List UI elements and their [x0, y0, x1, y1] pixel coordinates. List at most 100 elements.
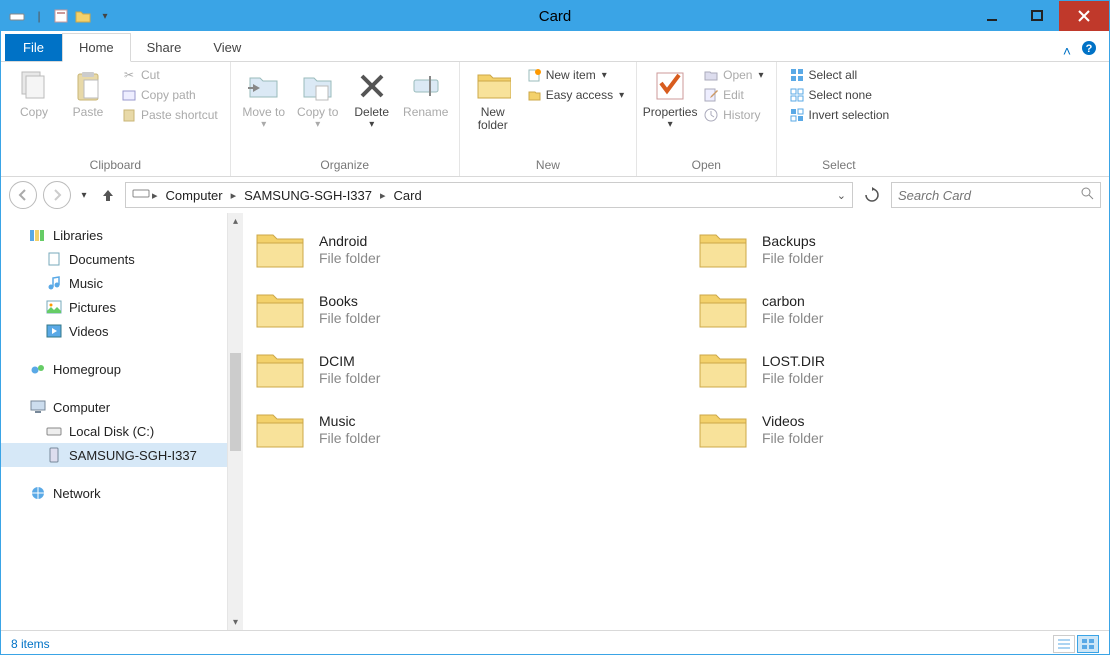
device-icon	[45, 446, 63, 464]
sidebar-videos[interactable]: Videos	[1, 319, 243, 343]
titlebar: | ▾ Card	[1, 1, 1109, 31]
new-folder-icon	[475, 68, 511, 104]
close-button[interactable]	[1059, 1, 1109, 31]
item-name: DCIM	[319, 353, 380, 370]
paste-button[interactable]: Paste	[63, 66, 113, 121]
group-select: Select all Select none Invert selection …	[777, 62, 902, 176]
folder-icon	[253, 287, 307, 333]
properties-button[interactable]: Properties▾	[645, 66, 695, 132]
properties-icon	[652, 68, 688, 104]
rename-icon	[408, 68, 444, 104]
folder-icon	[696, 227, 750, 273]
tab-share[interactable]: Share	[131, 34, 198, 61]
help-icon[interactable]: ?	[1081, 40, 1097, 61]
delete-icon	[354, 68, 390, 104]
sidebar-network[interactable]: Network	[1, 481, 243, 505]
folder-item[interactable]: VideosFile folder	[696, 407, 1099, 453]
sidebar-libraries[interactable]: Libraries	[1, 223, 243, 247]
easy-access-button[interactable]: Easy access▾	[522, 86, 628, 104]
drive-icon[interactable]	[7, 6, 27, 26]
refresh-button[interactable]	[859, 182, 885, 208]
status-bar: 8 items	[1, 630, 1109, 656]
folder-small-icon[interactable]	[73, 6, 93, 26]
copy-button[interactable]: Copy	[9, 66, 59, 121]
search-input[interactable]	[898, 188, 1068, 203]
cut-button[interactable]: ✂Cut	[117, 66, 222, 84]
copy-path-button[interactable]: Copy path	[117, 86, 222, 104]
address-dropdown[interactable]: ⌄	[837, 189, 846, 202]
history-button[interactable]: History	[699, 106, 767, 124]
sidebar-music[interactable]: Music	[1, 271, 243, 295]
sidebar-local-disk[interactable]: Local Disk (C:)	[1, 419, 243, 443]
paste-shortcut-button[interactable]: Paste shortcut	[117, 106, 222, 124]
new-folder-button[interactable]: New folder	[468, 66, 518, 134]
folder-icon	[696, 347, 750, 393]
crumb-device[interactable]: SAMSUNG-SGH-I337	[238, 183, 378, 207]
folder-item[interactable]: BackupsFile folder	[696, 227, 1099, 273]
delete-button[interactable]: Delete▾	[347, 66, 397, 132]
move-to-button[interactable]: Move to▾	[239, 66, 289, 132]
history-icon	[703, 107, 719, 123]
item-name: LOST.DIR	[762, 353, 825, 370]
sidebar-computer[interactable]: Computer	[1, 395, 243, 419]
folder-item[interactable]: BooksFile folder	[253, 287, 656, 333]
folder-icon	[696, 287, 750, 333]
recent-locations-button[interactable]: ▾	[77, 186, 91, 204]
maximize-button[interactable]	[1014, 1, 1059, 31]
rename-button[interactable]: Rename	[401, 66, 451, 121]
open-icon	[703, 67, 719, 83]
cut-icon: ✂	[121, 67, 137, 83]
sidebar-homegroup[interactable]: Homegroup	[1, 357, 243, 381]
select-none-button[interactable]: Select none	[785, 86, 894, 104]
open-button[interactable]: Open▾	[699, 66, 767, 84]
sidebar-scrollbar[interactable]: ▴▾	[227, 213, 243, 630]
sidebar-samsung[interactable]: SAMSUNG-SGH-I337	[1, 443, 243, 467]
address-bar[interactable]: ▸ Computer ▸ SAMSUNG-SGH-I337 ▸ Card ⌄	[125, 182, 853, 208]
tab-view[interactable]: View	[197, 34, 257, 61]
quick-access-toolbar: | ▾	[1, 6, 115, 26]
details-view-button[interactable]	[1053, 635, 1075, 653]
search-icon[interactable]	[1080, 186, 1094, 205]
new-item-button[interactable]: New item▾	[522, 66, 628, 84]
item-type: File folder	[319, 430, 380, 447]
item-type: File folder	[762, 310, 823, 327]
up-button[interactable]	[97, 184, 119, 206]
ribbon: Copy Paste ✂Cut Copy path Paste shortcut…	[1, 62, 1109, 177]
paste-icon	[70, 68, 106, 104]
select-all-button[interactable]: Select all	[785, 66, 894, 84]
crumb-card[interactable]: Card	[388, 183, 428, 207]
tab-file[interactable]: File	[5, 34, 62, 61]
item-type: File folder	[762, 250, 823, 267]
copy-to-button[interactable]: Copy to▾	[293, 66, 343, 132]
sidebar-pictures[interactable]: Pictures	[1, 295, 243, 319]
minimize-button[interactable]	[969, 1, 1014, 31]
crumb-computer[interactable]: Computer	[160, 183, 229, 207]
collapse-ribbon-icon[interactable]: ˄	[1063, 43, 1071, 59]
sidebar-documents[interactable]: Documents	[1, 247, 243, 271]
tab-home[interactable]: Home	[62, 33, 131, 62]
folder-item[interactable]: MusicFile folder	[253, 407, 656, 453]
select-all-icon	[789, 67, 805, 83]
properties-icon[interactable]	[51, 6, 71, 26]
nav-bar: ▾ ▸ Computer ▸ SAMSUNG-SGH-I337 ▸ Card ⌄	[1, 177, 1109, 213]
forward-button[interactable]	[43, 181, 71, 209]
item-type: File folder	[319, 370, 380, 387]
group-clipboard: Copy Paste ✂Cut Copy path Paste shortcut…	[1, 62, 231, 176]
folder-item[interactable]: LOST.DIRFile folder	[696, 347, 1099, 393]
tiles-view-button[interactable]	[1077, 635, 1099, 653]
edit-button[interactable]: Edit	[699, 86, 767, 104]
drive-icon	[45, 422, 63, 440]
folder-item[interactable]: DCIMFile folder	[253, 347, 656, 393]
homegroup-icon	[29, 360, 47, 378]
new-item-icon	[526, 67, 542, 83]
back-button[interactable]	[9, 181, 37, 209]
folder-icon	[696, 407, 750, 453]
folder-item[interactable]: AndroidFile folder	[253, 227, 656, 273]
invert-selection-button[interactable]: Invert selection	[785, 106, 894, 124]
ribbon-tabs: File Home Share View ˄ ?	[1, 31, 1109, 62]
search-box[interactable]	[891, 182, 1101, 208]
folder-item[interactable]: carbonFile folder	[696, 287, 1099, 333]
file-list: AndroidFile folder BackupsFile folder Book…	[243, 213, 1109, 630]
edit-icon	[703, 87, 719, 103]
qa-dropdown[interactable]: ▾	[95, 6, 115, 26]
